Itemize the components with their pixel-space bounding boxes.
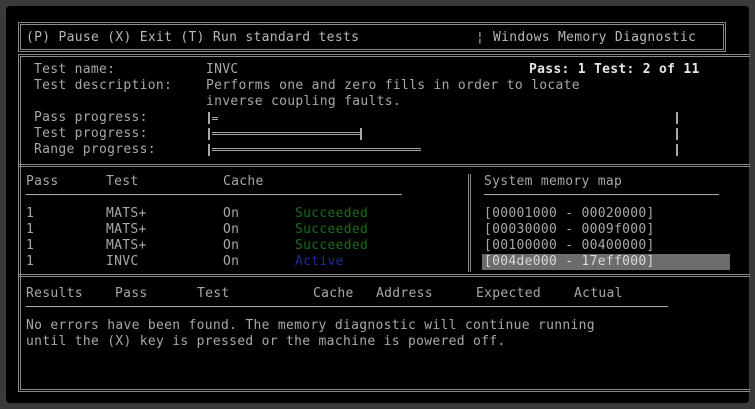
table-row-status: Active [295, 254, 344, 269]
results-message-line2: until the (X) key is pressed or the mach… [26, 334, 506, 349]
test-progress-marker [360, 128, 362, 140]
range-progress-end [676, 144, 678, 156]
pass-test-status: Pass: 1 Test: 2 of 11 [529, 62, 700, 77]
command-keys[interactable]: (P) Pause (X) Exit (T) Run standard test… [26, 30, 359, 46]
app-title: Windows Memory Diagnostic [493, 30, 697, 45]
diagnostic-screen: (P) Pause (X) Exit (T) Run standard test… [6, 6, 750, 403]
test-description-line1: Performs one and zero fills in order to … [206, 78, 580, 93]
test-progress-label: Test progress: [34, 126, 148, 141]
table-row-pass: 1 [26, 238, 35, 253]
table-row-cache: On [223, 254, 240, 269]
results-divider [18, 274, 750, 277]
separator: ¦ [476, 30, 485, 45]
table-row-pass: 1 [26, 254, 35, 269]
tests-header-rule: ────────────────────────────────────────… [26, 188, 402, 203]
range-progress-label: Range progress: [34, 142, 156, 157]
table-row-pass: 1 [26, 206, 35, 221]
test-description-label: Test description: [34, 78, 173, 93]
pass-progress-label: Pass progress: [34, 110, 148, 125]
pass-progress-start [208, 112, 210, 124]
table-row-cache: On [223, 238, 240, 253]
table-row-cache: On [223, 222, 240, 237]
memory-range-item[interactable]: [00030000 - 0009f000] [484, 222, 655, 238]
test-progress-end [676, 128, 678, 140]
memory-map-header-rule: ────────────────────────────── [484, 188, 719, 203]
results-header-rule: ────────────────────────────────────────… [26, 300, 668, 315]
test-name-label: Test name: [34, 62, 116, 77]
memory-range-item-selected[interactable]: [004de000 - 17eff000] [482, 254, 730, 270]
table-row-test: MATS+ [106, 206, 147, 221]
test-progress-start [208, 128, 210, 140]
memory-range-item[interactable]: [00001000 - 00020000] [484, 206, 655, 222]
table-row-test: MATS+ [106, 238, 147, 253]
test-description-line2: inverse coupling faults. [206, 94, 402, 109]
test-name-value: INVC [206, 62, 239, 77]
memory-range-item[interactable]: [00100000 - 00400000] [484, 238, 655, 254]
table-row-test: INVC [106, 254, 139, 269]
range-progress-start [208, 144, 210, 156]
table-row-cache: On [223, 206, 240, 221]
table-row-pass: 1 [26, 222, 35, 237]
test-progress-bar [212, 132, 360, 135]
panel-divider [468, 174, 471, 272]
info-divider [18, 164, 750, 167]
table-row-test: MATS+ [106, 222, 147, 237]
pass-progress-end [676, 112, 678, 124]
table-row-status: Succeeded [295, 222, 369, 237]
table-row-status: Succeeded [295, 238, 369, 253]
table-row-status: Succeeded [295, 206, 369, 221]
range-progress-bar [212, 148, 421, 151]
pass-progress-bar [212, 117, 218, 120]
results-message-line1: No errors have been found. The memory di… [26, 318, 595, 333]
